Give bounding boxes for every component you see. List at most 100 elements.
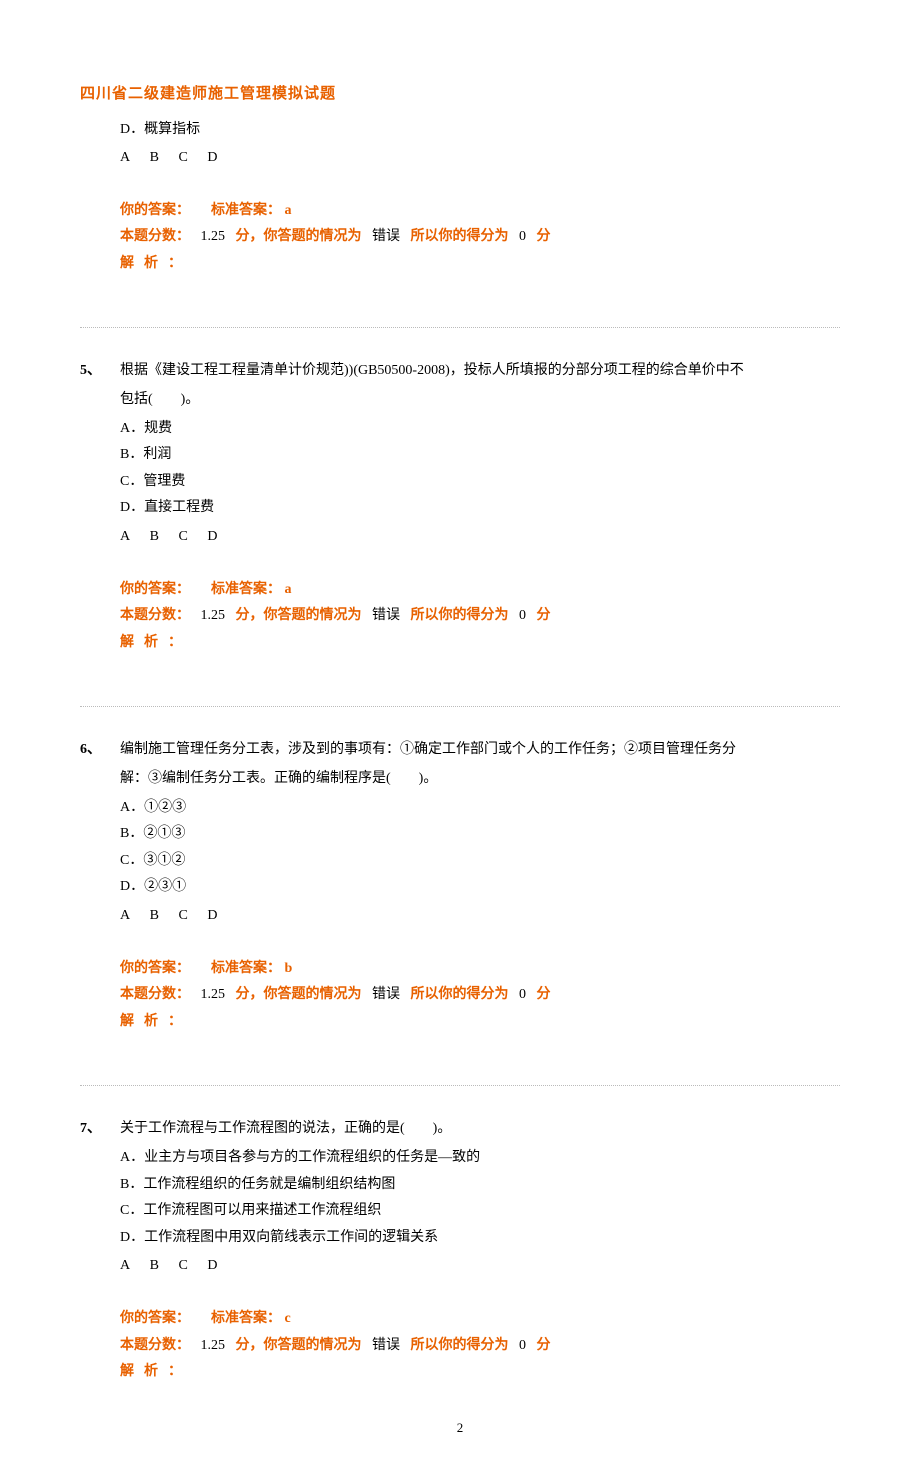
choice-c[interactable]: C [178, 1258, 189, 1273]
your-answer-label: 你的答案： [120, 203, 190, 218]
question-block-7: 7、 关于工作流程与工作流程图的说法，正确的是( )。 A．业主方与项目各参与方… [80, 1116, 840, 1385]
divider [80, 1085, 840, 1086]
divider [80, 706, 840, 707]
question-text-line1: 根据《建设工程工程量清单计价规范))(GB50500-2008)，投标人所填报的… [120, 358, 840, 385]
analysis-line: 解析： [120, 630, 840, 657]
answer-line: 你的答案： 标准答案： b [120, 956, 840, 983]
choice-b[interactable]: B [150, 908, 161, 923]
score-line: 本题分数： 1.25 分，你答题的情况为 错误 所以你的得分为 0 分 [120, 603, 840, 630]
got-score: 0 [519, 229, 526, 244]
your-answer-label: 你的答案： [120, 961, 190, 976]
score-line: 本题分数： 1.25 分，你答题的情况为 错误 所以你的得分为 0 分 [120, 1333, 840, 1360]
status: 错误 [372, 608, 400, 623]
choice-b[interactable]: B [150, 150, 161, 165]
score-value: 1.25 [201, 1338, 226, 1353]
answer-line: 你的答案： 标准答案： a [120, 577, 840, 604]
got-score: 0 [519, 608, 526, 623]
choice-d[interactable]: D [207, 529, 219, 544]
analysis-label: 解析： [120, 1014, 192, 1029]
option-c: C．管理费 [120, 469, 840, 496]
choice-b[interactable]: B [150, 529, 161, 544]
analysis-label: 解析： [120, 1364, 192, 1379]
status: 错误 [372, 987, 400, 1002]
choice-a[interactable]: A [120, 150, 132, 165]
option-b: B．工作流程组织的任务就是编制组织结构图 [120, 1172, 840, 1199]
score-prefix: 本题分数： [120, 608, 190, 623]
standard-answer-value: b [285, 961, 293, 976]
your-answer-label: 你的答案： [120, 1311, 190, 1326]
analysis-line: 解析： [120, 1359, 840, 1386]
choices-row: A B C D [120, 524, 840, 551]
score-suffix: 所以你的得分为 [411, 1338, 509, 1353]
choice-c[interactable]: C [178, 529, 189, 544]
got-unit: 分 [537, 608, 551, 623]
option-d: D．②③① [120, 874, 840, 901]
choice-c[interactable]: C [178, 908, 189, 923]
option-a: A．①②③ [120, 795, 840, 822]
standard-answer-value: c [285, 1311, 291, 1326]
option-c: C．工作流程图可以用来描述工作流程组织 [120, 1198, 840, 1225]
question-number: 6、 [80, 737, 120, 764]
analysis-line: 解析： [120, 251, 840, 278]
question-text-line1: 关于工作流程与工作流程图的说法，正确的是( )。 [120, 1116, 840, 1143]
option-c: C．③①② [120, 848, 840, 875]
score-value: 1.25 [201, 229, 226, 244]
choices-row: A B C D [120, 903, 840, 930]
option-d: D．直接工程费 [120, 495, 840, 522]
choice-d[interactable]: D [207, 908, 219, 923]
question-text-line2: 包括( )。 [120, 387, 840, 414]
score-suffix: 所以你的得分为 [411, 608, 509, 623]
choice-b[interactable]: B [150, 1258, 161, 1273]
score-line: 本题分数： 1.25 分，你答题的情况为 错误 所以你的得分为 0 分 [120, 982, 840, 1009]
question-block-5: 5、 根据《建设工程工程量清单计价规范))(GB50500-2008)，投标人所… [80, 358, 840, 656]
choice-d[interactable]: D [207, 150, 219, 165]
choices-row: A B C D [120, 145, 840, 172]
question-number: 7、 [80, 1116, 120, 1143]
answer-line: 你的答案： 标准答案： a [120, 198, 840, 225]
standard-answer-label: 标准答案： [211, 1311, 281, 1326]
standard-answer-value: a [285, 582, 292, 597]
score-unit: 分，你答题的情况为 [236, 987, 362, 1002]
page-number: 2 [80, 1416, 840, 1441]
page-title: 四川省二级建造师施工管理模拟试题 [80, 80, 840, 109]
score-prefix: 本题分数： [120, 229, 190, 244]
standard-answer-value: a [285, 203, 292, 218]
score-suffix: 所以你的得分为 [411, 229, 509, 244]
score-unit: 分，你答题的情况为 [236, 229, 362, 244]
option-d: D．工作流程图中用双向箭线表示工作间的逻辑关系 [120, 1225, 840, 1252]
got-unit: 分 [537, 987, 551, 1002]
standard-answer-label: 标准答案： [211, 961, 281, 976]
option-b: B．利润 [120, 442, 840, 469]
question-block-partial: D．概算指标 A B C D 你的答案： 标准答案： a 本题分数： 1.25 … [80, 117, 840, 278]
choice-a[interactable]: A [120, 908, 132, 923]
got-unit: 分 [537, 1338, 551, 1353]
got-score: 0 [519, 1338, 526, 1353]
your-answer-label: 你的答案： [120, 582, 190, 597]
option-b: B．②①③ [120, 821, 840, 848]
option-d: D．概算指标 [120, 117, 840, 144]
analysis-label: 解析： [120, 256, 192, 271]
question-text-line1: 编制施工管理任务分工表，涉及到的事项有：①确定工作部门或个人的工作任务；②项目管… [120, 737, 840, 764]
score-suffix: 所以你的得分为 [411, 987, 509, 1002]
score-unit: 分，你答题的情况为 [236, 1338, 362, 1353]
got-score: 0 [519, 987, 526, 1002]
choices-row: A B C D [120, 1253, 840, 1280]
analysis-line: 解析： [120, 1009, 840, 1036]
choice-d[interactable]: D [207, 1258, 219, 1273]
score-prefix: 本题分数： [120, 1338, 190, 1353]
got-unit: 分 [537, 229, 551, 244]
score-unit: 分，你答题的情况为 [236, 608, 362, 623]
option-a: A．规费 [120, 416, 840, 443]
question-text-line2: 解：③编制任务分工表。正确的编制程序是( )。 [120, 766, 840, 793]
choice-c[interactable]: C [178, 150, 189, 165]
score-value: 1.25 [201, 987, 226, 1002]
standard-answer-label: 标准答案： [211, 203, 281, 218]
score-prefix: 本题分数： [120, 987, 190, 1002]
score-value: 1.25 [201, 608, 226, 623]
analysis-label: 解析： [120, 635, 192, 650]
choice-a[interactable]: A [120, 1258, 132, 1273]
status: 错误 [372, 229, 400, 244]
option-a: A．业主方与项目各参与方的工作流程组织的任务是—致的 [120, 1145, 840, 1172]
answer-line: 你的答案： 标准答案： c [120, 1306, 840, 1333]
choice-a[interactable]: A [120, 529, 132, 544]
